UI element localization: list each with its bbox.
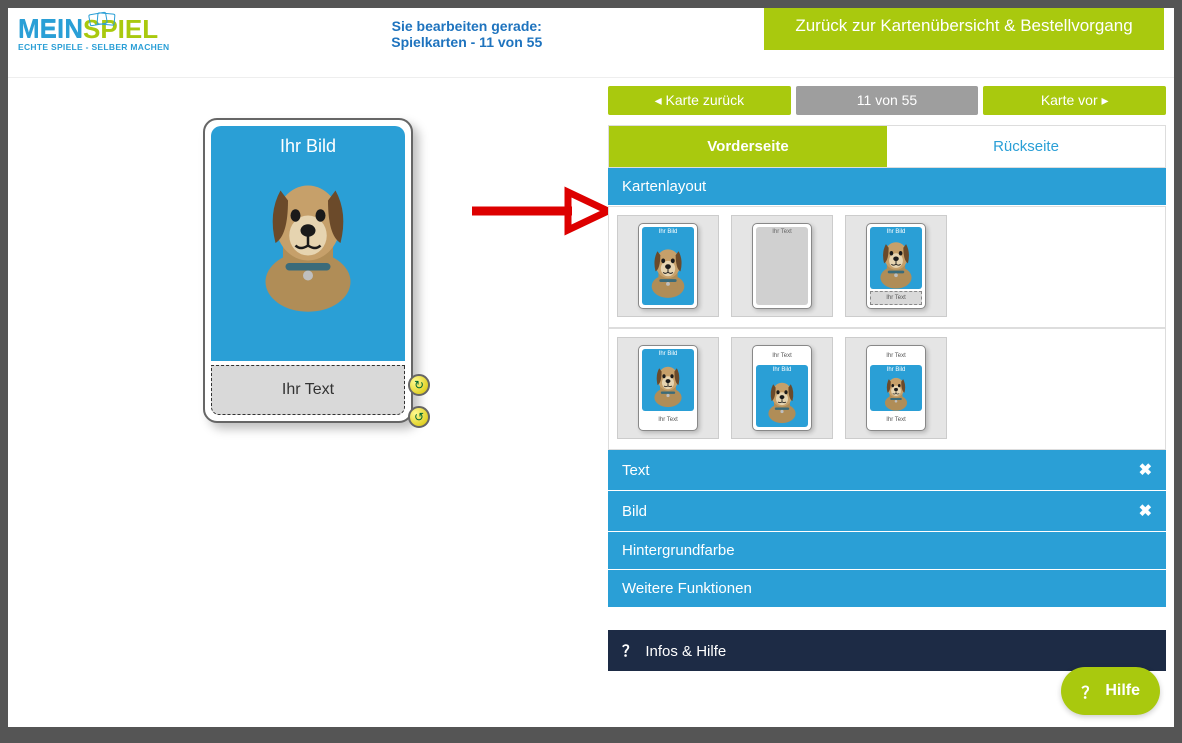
preview-pane: Ihr Bild Ihr Text ↻ ↺ bbox=[8, 86, 608, 723]
card-image-label: Ihr Bild bbox=[280, 126, 336, 163]
layout-options-row1[interactable]: Ihr Bild Ihr Text Ihr Bild Ihr Text bbox=[608, 206, 1166, 328]
tab-back[interactable]: Rückseite bbox=[887, 126, 1165, 167]
logo-cards-icon bbox=[81, 13, 129, 25]
close-icon[interactable]: ✖ bbox=[1139, 460, 1152, 480]
section-bgcolor[interactable]: Hintergrundfarbe bbox=[608, 532, 1166, 570]
dog-image bbox=[644, 234, 692, 305]
card-image-area[interactable]: Ihr Bild bbox=[211, 126, 405, 361]
close-icon[interactable]: ✖ bbox=[1139, 501, 1152, 521]
dog-image bbox=[648, 356, 688, 411]
logo[interactable]: MEIN MEINSPIEL ECHTE SPIELE - SELBER MAC… bbox=[8, 8, 180, 52]
dog-image bbox=[762, 372, 802, 427]
layout-options-row2[interactable]: Ihr Bild Ihr Text Ihr Text Ihr Bild Ihr … bbox=[608, 328, 1166, 450]
layout-option[interactable]: Ihr Bild bbox=[617, 215, 719, 317]
editor-panel: ◂ Karte zurück 11 von 55 Karte vor ▸ Vor… bbox=[608, 86, 1174, 723]
annotation-arrow-icon bbox=[468, 186, 608, 236]
dog-image bbox=[876, 372, 916, 411]
section-text[interactable]: Text ✖ bbox=[608, 450, 1166, 491]
section-more[interactable]: Weitere Funktionen bbox=[608, 570, 1166, 608]
section-image[interactable]: Bild ✖ bbox=[608, 491, 1166, 532]
card-preview[interactable]: Ihr Bild Ihr Text bbox=[203, 118, 413, 423]
help-button[interactable]: ？ Hilfe bbox=[1061, 667, 1160, 715]
question-icon: ？ bbox=[1081, 679, 1097, 703]
section-layout[interactable]: Kartenlayout bbox=[608, 168, 1166, 206]
logo-subtitle: ECHTE SPIELE - SELBER MACHEN bbox=[18, 42, 170, 52]
layout-option[interactable]: Ihr Text Ihr Bild Ihr Text bbox=[845, 337, 947, 439]
layout-option[interactable]: Ihr Bild Ihr Text bbox=[617, 337, 719, 439]
layout-option[interactable]: Ihr Text bbox=[731, 215, 833, 317]
dog-image bbox=[872, 234, 920, 289]
card-text-area[interactable]: Ihr Text bbox=[211, 365, 405, 415]
header-status: Sie bearbeiten gerade: Spielkarten - 11 … bbox=[180, 8, 755, 50]
prev-card-button[interactable]: ◂ Karte zurück bbox=[608, 86, 791, 115]
section-info[interactable]: ？ Infos & Hilfe bbox=[608, 630, 1166, 672]
question-icon: ？ bbox=[622, 643, 637, 660]
back-to-overview-button[interactable]: Zurück zur Kartenübersicht & Bestellvorg… bbox=[764, 8, 1164, 50]
layout-option[interactable]: Ihr Text Ihr Bild bbox=[731, 337, 833, 439]
rotate-ccw-button[interactable]: ↺ bbox=[408, 406, 430, 428]
layout-option[interactable]: Ihr Bild Ihr Text bbox=[845, 215, 947, 317]
next-card-button[interactable]: Karte vor ▸ bbox=[983, 86, 1166, 115]
rotate-cw-button[interactable]: ↻ bbox=[408, 374, 430, 396]
tab-front[interactable]: Vorderseite bbox=[609, 126, 887, 167]
dog-image bbox=[218, 163, 398, 313]
card-counter: 11 von 55 bbox=[796, 86, 979, 115]
header: MEIN MEINSPIEL ECHTE SPIELE - SELBER MAC… bbox=[8, 8, 1174, 78]
